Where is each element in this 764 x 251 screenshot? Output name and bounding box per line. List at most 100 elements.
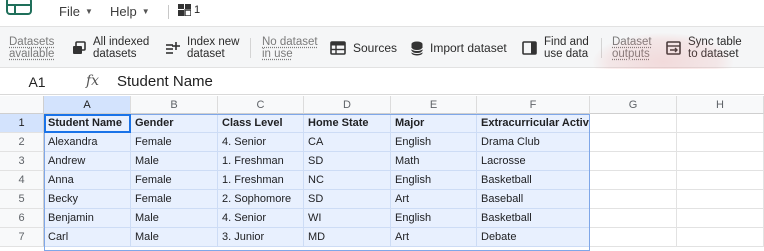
column-header-g[interactable]: G <box>590 96 677 114</box>
column-header-c[interactable]: C <box>218 96 304 114</box>
cell-a5[interactable]: Becky <box>44 190 131 209</box>
fx-icon: fx <box>86 73 100 89</box>
cell-g7[interactable] <box>590 228 677 247</box>
help-menu[interactable]: Help ▼ <box>110 4 150 19</box>
cell-f1[interactable]: Extracurricular Activity <box>477 114 590 133</box>
sources-button[interactable]: Sources <box>330 27 397 69</box>
cell-e5[interactable]: Art <box>391 190 477 209</box>
cell-g4[interactable] <box>590 171 677 190</box>
cell-e4[interactable]: English <box>391 171 477 190</box>
cell-d4[interactable]: NC <box>304 171 391 190</box>
cell-g6[interactable] <box>590 209 677 228</box>
cell-e7[interactable]: Art <box>391 228 477 247</box>
file-menu-label: File <box>59 4 80 19</box>
cell-d2[interactable]: CA <box>304 133 391 152</box>
sheets-count-button[interactable]: 1 <box>178 4 200 16</box>
formula-bar: A1 fx Student Name <box>0 69 764 95</box>
row-header-5[interactable]: 5 <box>0 190 44 209</box>
cell-b4[interactable]: Female <box>131 171 218 190</box>
cell-c7[interactable]: 3. Junior <box>218 228 304 247</box>
cell-d7[interactable]: MD <box>304 228 391 247</box>
cell-d6[interactable]: WI <box>304 209 391 228</box>
cell-f4[interactable]: Basketball <box>477 171 590 190</box>
row-header-4[interactable]: 4 <box>0 171 44 190</box>
import-dataset-button[interactable]: Import dataset <box>411 27 507 69</box>
select-all-corner[interactable] <box>0 96 44 114</box>
dataset-outputs-label: Dataset outputs <box>612 36 652 60</box>
cell-h5[interactable] <box>677 190 764 209</box>
cell-d1[interactable]: Home State <box>304 114 391 133</box>
row-header-7[interactable]: 7 <box>0 228 44 247</box>
cell-c5[interactable]: 2. Sophomore <box>218 190 304 209</box>
cell-c2[interactable]: 4. Senior <box>218 133 304 152</box>
cell-a6[interactable]: Benjamin <box>44 209 131 228</box>
cell-a2[interactable]: Alexandra <box>44 133 131 152</box>
find-and-use-data-button[interactable]: Find and use data <box>522 27 589 69</box>
cell-b6[interactable]: Male <box>131 209 218 228</box>
index-new-dataset-button[interactable]: Index new dataset <box>165 27 239 69</box>
column-header-a[interactable]: A <box>44 96 131 114</box>
cell-g1[interactable] <box>590 114 677 133</box>
cell-f3[interactable]: Lacrosse <box>477 152 590 171</box>
cell-d5[interactable]: SD <box>304 190 391 209</box>
table-grid-icon[interactable] <box>6 0 32 15</box>
cell-f5[interactable]: Baseball <box>477 190 590 209</box>
datasets-available-label: Datasets available <box>9 36 55 60</box>
spreadsheet-grid[interactable]: A B C D E F G H 1 Student Name Gender Class Level Ho… <box>0 96 764 251</box>
column-header-f[interactable]: F <box>477 96 590 114</box>
column-header-d[interactable]: D <box>304 96 391 114</box>
cell-b2[interactable]: Female <box>131 133 218 152</box>
cell-reference-box[interactable]: A1 <box>0 69 74 95</box>
file-menu[interactable]: File ▼ <box>59 4 93 19</box>
cell-f6[interactable]: Basketball <box>477 209 590 228</box>
no-dataset-in-use-label: No dataset in use <box>262 36 318 60</box>
column-header-e[interactable]: E <box>391 96 477 114</box>
cell-c4[interactable]: 1. Freshman <box>218 171 304 190</box>
cell-h3[interactable] <box>677 152 764 171</box>
cell-d3[interactable]: SD <box>304 152 391 171</box>
cell-a4[interactable]: Anna <box>44 171 131 190</box>
row-header-3[interactable]: 3 <box>0 152 44 171</box>
cell-a3[interactable]: Andrew <box>44 152 131 171</box>
datasets-available-button[interactable]: Datasets available <box>9 27 54 69</box>
cell-h7[interactable] <box>677 228 764 247</box>
cell-b1[interactable]: Gender <box>131 114 218 133</box>
cell-h4[interactable] <box>677 171 764 190</box>
cell-b5[interactable]: Female <box>131 190 218 209</box>
sources-label: Sources <box>353 41 398 55</box>
cell-a1[interactable]: Student Name <box>44 114 131 133</box>
cell-b7[interactable]: Male <box>131 228 218 247</box>
cell-f7[interactable]: Debate <box>477 228 590 247</box>
menu-bar: File ▼ Help ▼ 1 <box>0 0 764 25</box>
menu-divider <box>168 5 169 19</box>
cell-g2[interactable] <box>590 133 677 152</box>
cell-h2[interactable] <box>677 133 764 152</box>
database-icon <box>411 41 423 55</box>
formula-input[interactable]: Student Name <box>117 73 213 90</box>
cell-h6[interactable] <box>677 209 764 228</box>
row-header-1[interactable]: 1 <box>0 114 44 133</box>
cell-a7[interactable]: Carl <box>44 228 131 247</box>
cell-g3[interactable] <box>590 152 677 171</box>
caret-down-icon: ▼ <box>84 7 93 16</box>
column-header-b[interactable]: B <box>131 96 218 114</box>
column-header-h[interactable]: H <box>677 96 764 114</box>
import-dataset-label: Import dataset <box>430 41 507 55</box>
cell-e3[interactable]: Math <box>391 152 477 171</box>
cell-c3[interactable]: 1. Freshman <box>218 152 304 171</box>
cell-b3[interactable]: Male <box>131 152 218 171</box>
cell-g5[interactable] <box>590 190 677 209</box>
no-dataset-in-use-button[interactable]: No dataset in use <box>262 27 318 69</box>
sync-table-to-dataset-button[interactable]: Sync table to dataset <box>666 27 742 69</box>
dataset-outputs-button[interactable]: Dataset outputs <box>612 27 652 69</box>
cell-e6[interactable]: English <box>391 209 477 228</box>
cell-c6[interactable]: 4. Senior <box>218 209 304 228</box>
row-header-6[interactable]: 6 <box>0 209 44 228</box>
cell-h1[interactable] <box>677 114 764 133</box>
cell-c1[interactable]: Class Level <box>218 114 304 133</box>
cell-e1[interactable]: Major <box>391 114 477 133</box>
cell-f2[interactable]: Drama Club <box>477 133 590 152</box>
cell-e2[interactable]: English <box>391 133 477 152</box>
row-header-2[interactable]: 2 <box>0 133 44 152</box>
all-indexed-datasets-button[interactable]: All indexed datasets <box>72 27 149 69</box>
